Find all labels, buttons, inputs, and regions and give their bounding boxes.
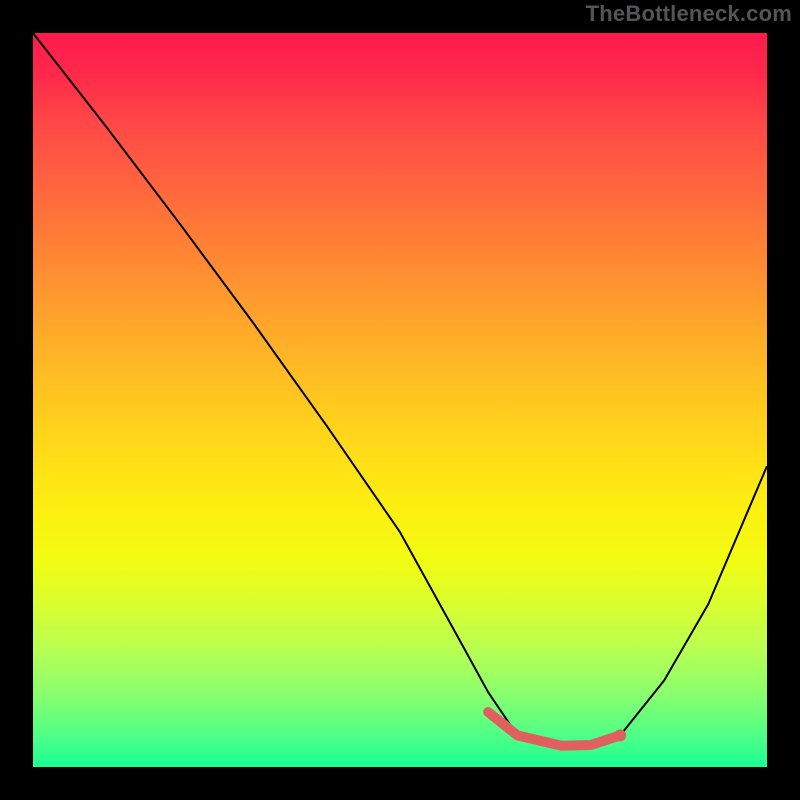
highlight-band: [488, 712, 620, 746]
chart-container: TheBottleneck.com: [0, 0, 800, 800]
bottleneck-curve: [33, 33, 767, 746]
plot-area: [33, 33, 767, 767]
highlight-end-dot: [614, 729, 626, 741]
watermark: TheBottleneck.com: [586, 1, 792, 27]
curve-layer: [33, 33, 767, 767]
